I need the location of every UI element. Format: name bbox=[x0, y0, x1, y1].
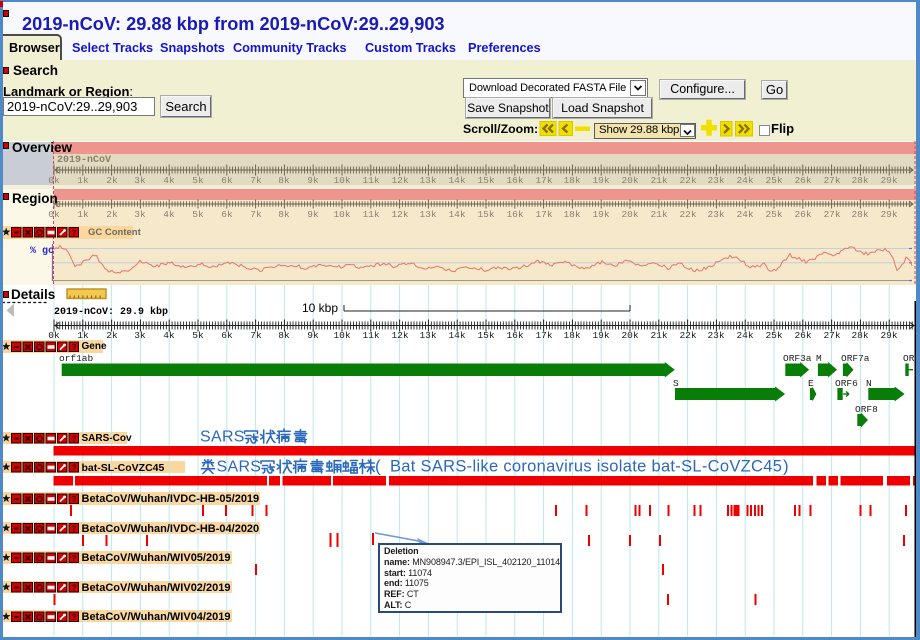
svg-text:?: ? bbox=[71, 612, 76, 622]
svg-text:?: ? bbox=[71, 524, 76, 534]
svg-text:?: ? bbox=[71, 553, 76, 563]
svg-text:Bat SARS-like coronavirus isol: Bat SARS-like coronavirus isolate bat-SL… bbox=[390, 458, 782, 476]
svg-text:): ) bbox=[783, 457, 789, 476]
svg-text:SARS: SARS bbox=[200, 429, 245, 446]
svg-text:?: ? bbox=[71, 342, 76, 352]
svg-text:?: ? bbox=[71, 434, 76, 444]
svg-text:?: ? bbox=[71, 583, 76, 593]
svg-text:?: ? bbox=[71, 463, 76, 473]
svg-text:?: ? bbox=[71, 494, 76, 504]
svg-text:SARS: SARS bbox=[217, 459, 262, 476]
svg-text:(: ( bbox=[375, 457, 381, 476]
svg-text:?: ? bbox=[71, 228, 76, 238]
